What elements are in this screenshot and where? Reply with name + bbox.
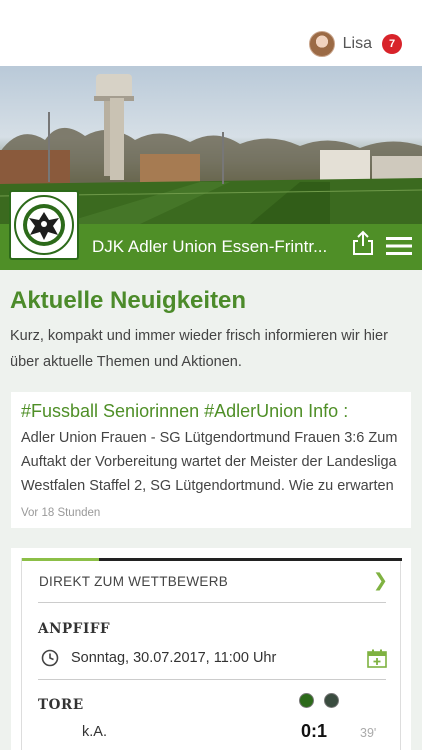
top-bar: Lisa 7 [0, 0, 422, 66]
goal-scorer: k.A. [82, 724, 107, 740]
goal-score: 0:1 [301, 721, 328, 741]
anpfiff-label: ANPFIFF [38, 621, 111, 637]
card-accent-line [22, 558, 99, 561]
divider [38, 679, 386, 680]
clock-icon [41, 649, 59, 667]
tore-label: TORE [38, 697, 84, 713]
news-timestamp: Vor 18 Stunden [21, 507, 101, 519]
eagle-crest-icon [14, 195, 74, 255]
competition-link[interactable]: DIREKT ZUM WETTBEWERB [39, 574, 228, 589]
section-description: Kurz, kompakt und immer wieder frisch in… [10, 328, 388, 370]
news-title[interactable]: #Fussball Seniorinnen #AdlerUnion Info : [21, 401, 348, 422]
divider [38, 602, 386, 603]
club-name: DJK Adler Union Essen-Frintr... [92, 237, 328, 256]
section-title: Aktuelle Neuigkeiten [10, 287, 247, 314]
match-card-inner: DIREKT ZUM WETTBEWERB ❯ ANPFIFF Sonntag,… [21, 558, 402, 750]
user-menu[interactable]: Lisa 7 [308, 30, 402, 58]
news-card[interactable]: #Fussball Seniorinnen #AdlerUnion Info :… [11, 392, 411, 528]
news-body: Adler Union Frauen - SG Lütgendortmund F… [21, 430, 398, 494]
share-icon[interactable] [352, 230, 374, 256]
club-crest-logo[interactable] [9, 190, 79, 260]
home-team-logo [299, 693, 314, 708]
user-name[interactable]: Lisa [343, 35, 372, 53]
hamburger-menu-icon[interactable] [386, 235, 412, 257]
user-avatar[interactable] [308, 31, 335, 57]
match-card: DIREKT ZUM WETTBEWERB ❯ ANPFIFF Sonntag,… [11, 548, 411, 750]
chevron-right-icon[interactable]: ❯ [373, 570, 388, 591]
add-to-calendar-icon[interactable] [367, 649, 387, 668]
kickoff-datetime: Sonntag, 30.07.2017, 11:00 Uhr [71, 650, 277, 666]
away-team-logo [324, 693, 339, 708]
card-top-line [99, 558, 402, 561]
goal-minute: 39' [360, 726, 377, 740]
notification-badge[interactable]: 7 [382, 34, 402, 54]
